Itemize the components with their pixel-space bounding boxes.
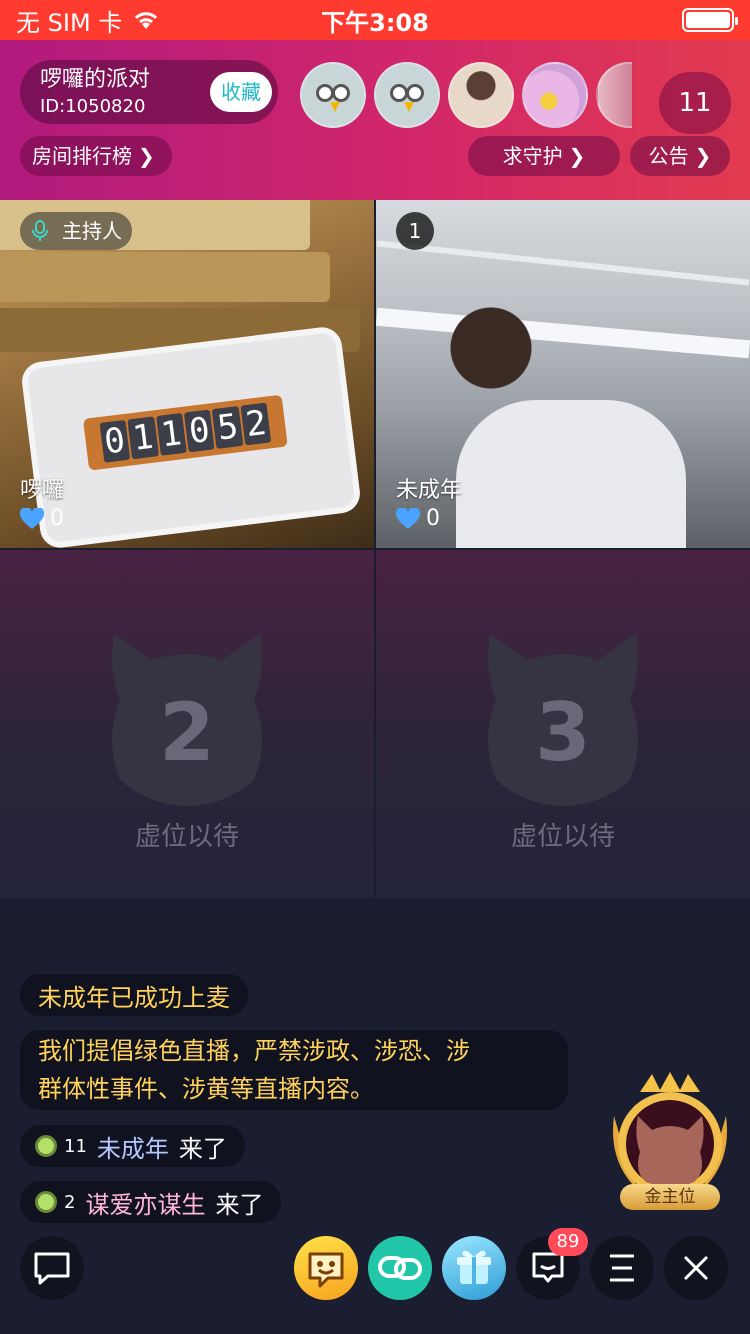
online-count-button[interactable]: 11 — [659, 72, 731, 134]
person-image — [436, 296, 546, 426]
user-level: 2 — [64, 1191, 76, 1213]
rules-line: 群体性事件、涉黄等直播内容。 — [38, 1075, 374, 1103]
heart-icon — [20, 507, 44, 529]
system-message-text: 未成年已成功上麦 — [38, 983, 230, 1012]
host-hearts: 0 — [20, 506, 64, 531]
user-level: 11 — [64, 1135, 87, 1157]
join-suffix: 来了 — [178, 1134, 227, 1163]
microphone-icon — [32, 220, 48, 241]
avatar[interactable] — [374, 62, 440, 128]
connect-mic-button[interactable] — [368, 1236, 432, 1300]
chevron-right-icon: ❯ — [694, 144, 712, 168]
room-rank-button[interactable]: 房间排行榜 ❯ — [20, 136, 172, 176]
notice-button[interactable]: 公告 ❯ — [630, 136, 730, 176]
join-user-name[interactable]: 未成年 — [97, 1129, 169, 1164]
avatar[interactable] — [448, 62, 514, 128]
host-seat[interactable]: 011052 主持人 啰囉 0 — [0, 200, 374, 548]
seat-1-name: 未成年 — [396, 478, 463, 503]
guard-button[interactable]: 求守护 ❯ — [468, 136, 620, 176]
rules-line: 我们提倡绿色直播，严禁涉政、涉恐、涉 — [38, 1037, 470, 1065]
level-icon — [38, 1138, 54, 1154]
seat-number-badge: 1 — [396, 212, 434, 250]
book-image — [0, 252, 330, 302]
chevron-right-icon: ❯ — [138, 144, 155, 168]
bottom-toolbar — [0, 1236, 750, 1300]
join-message[interactable]: 2 谋爱亦谋生 来了 — [20, 1181, 282, 1223]
avatar[interactable] — [522, 62, 588, 128]
avatar[interactable] — [300, 62, 366, 128]
empty-seat-2[interactable]: 2 虚位以待 — [0, 550, 374, 898]
menu-icon — [610, 1254, 634, 1282]
notice-label: 公告 — [648, 144, 689, 168]
audience-avatars — [300, 62, 632, 128]
host-hearts-count: 0 — [50, 506, 64, 531]
chat-bubble-icon — [34, 1252, 70, 1285]
link-icon — [378, 1256, 422, 1280]
host-tag: 主持人 — [20, 212, 132, 250]
empty-seat-label: 虚位以待 — [134, 822, 239, 852]
menu-button[interactable] — [590, 1236, 654, 1300]
room-rank-label: 房间排行榜 — [32, 144, 132, 168]
empty-seat-3[interactable]: 3 虚位以待 — [376, 550, 750, 898]
ceiling-light — [376, 240, 750, 286]
room-info[interactable]: 啰囉的派对 ID:1050820 收藏 — [20, 60, 278, 124]
seat-number: 2 — [159, 686, 215, 779]
avatar[interactable] — [596, 62, 632, 128]
gold-seat-label: 金主位 — [620, 1184, 720, 1210]
level-icon — [38, 1194, 54, 1210]
emoji-icon — [308, 1252, 344, 1288]
wifi-icon — [135, 12, 158, 29]
join-message[interactable]: 11 未成年 来了 — [20, 1125, 245, 1167]
chevron-right-icon: ❯ — [568, 144, 586, 168]
gold-seat-button[interactable]: 金主位 — [608, 1072, 732, 1212]
gift-button[interactable] — [442, 1236, 506, 1300]
empty-seat-label: 虚位以待 — [510, 822, 615, 852]
seat-1-hearts: 0 — [396, 506, 440, 531]
join-user-name[interactable]: 谋爱亦谋生 — [85, 1185, 205, 1220]
rules-message: 我们提倡绿色直播，严禁涉政、涉恐、涉 群体性事件、涉黄等直播内容。 — [20, 1030, 568, 1110]
gift-icon — [457, 1250, 491, 1284]
close-button[interactable] — [664, 1236, 728, 1300]
seat-1[interactable]: 1 未成年 0 — [376, 200, 750, 548]
room-header: 啰囉的派对 ID:1050820 收藏 11 房间排行榜 ❯ 求守护 ❯ 公告 ❯ — [0, 40, 750, 200]
emoji-button[interactable] — [294, 1236, 358, 1300]
join-suffix: 来了 — [215, 1190, 264, 1219]
message-count-badge: 89 — [548, 1228, 588, 1256]
heart-icon — [396, 507, 420, 529]
seat-number: 3 — [535, 686, 591, 779]
favorite-button[interactable]: 收藏 — [210, 72, 272, 112]
status-bar: 无 SIM 卡 下午3:08 — [0, 0, 750, 40]
system-message: 未成年已成功上麦 — [20, 974, 248, 1016]
seat-1-hearts-count: 0 — [426, 506, 440, 531]
ceiling-light — [376, 307, 750, 359]
host-name: 啰囉 — [20, 478, 65, 503]
close-icon — [683, 1255, 709, 1281]
guard-label: 求守护 — [502, 144, 563, 168]
battery-icon — [682, 8, 738, 32]
carrier-label: 无 SIM 卡 — [16, 8, 123, 37]
host-tag-label: 主持人 — [62, 219, 122, 243]
tablet-image: 011052 — [26, 331, 356, 544]
chat-button[interactable] — [20, 1236, 84, 1300]
timer-display: 011052 — [82, 394, 288, 471]
